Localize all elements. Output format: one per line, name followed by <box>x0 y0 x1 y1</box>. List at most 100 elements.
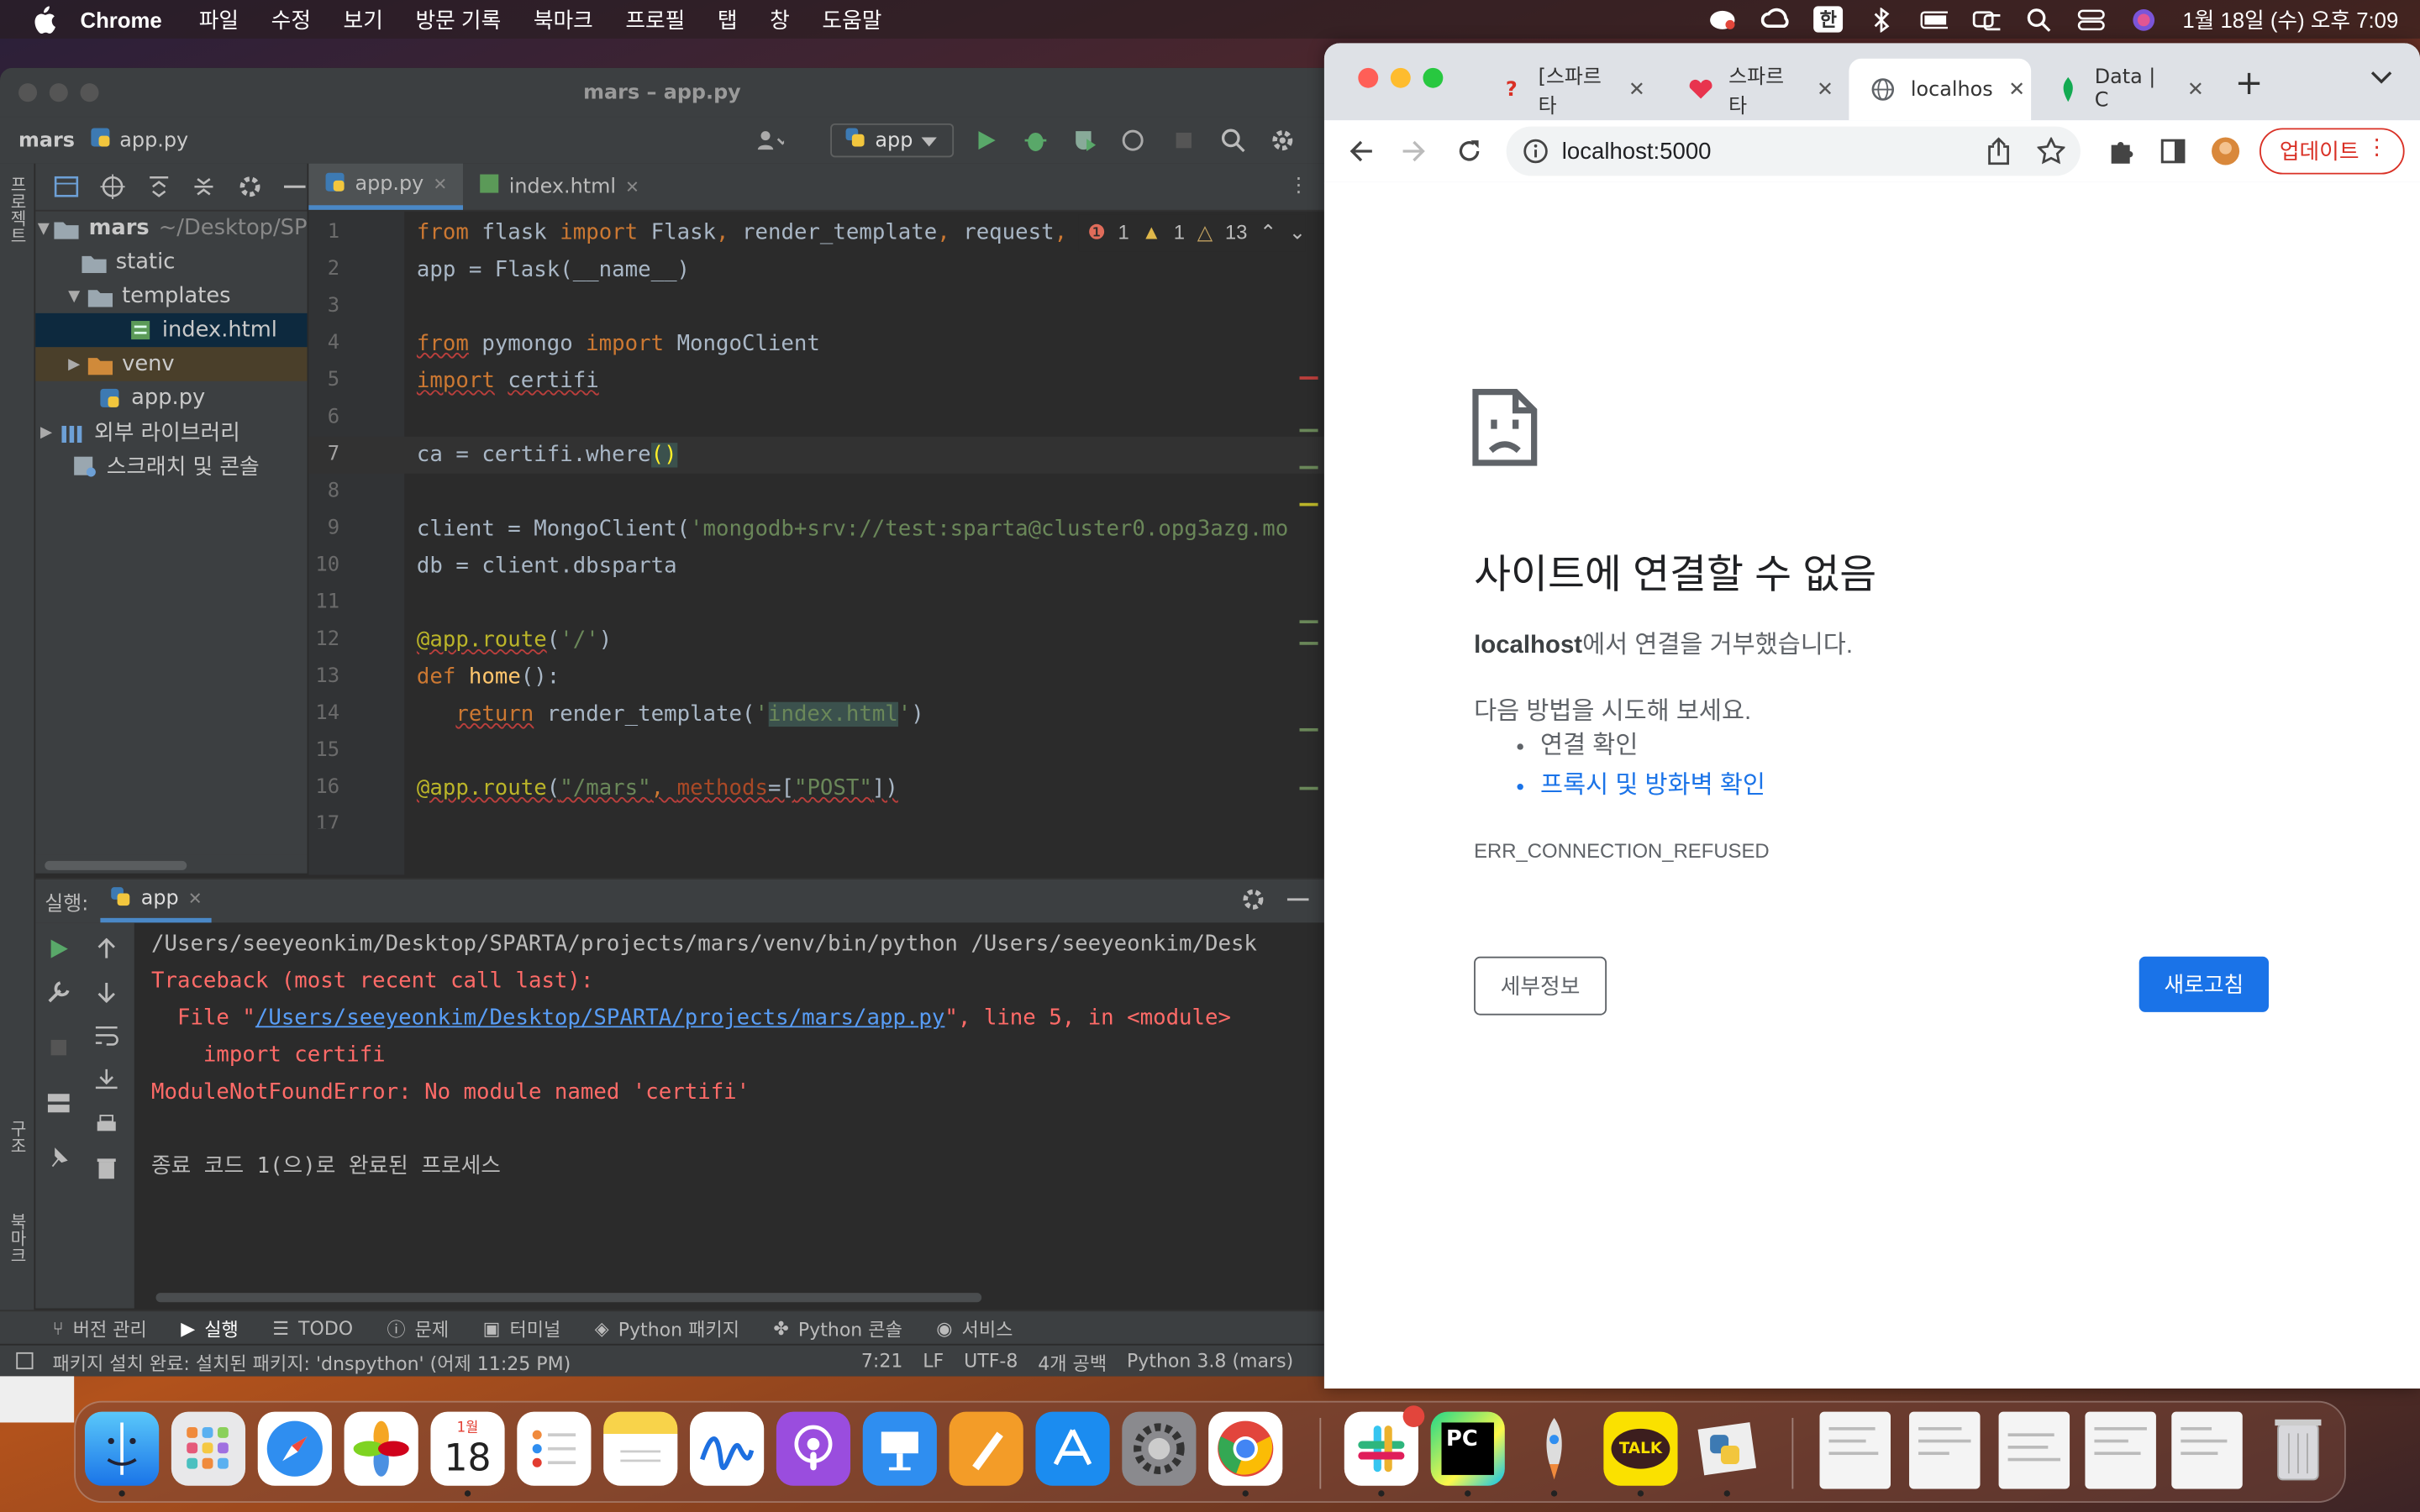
close-tab-icon[interactable]: ✕ <box>625 176 639 197</box>
dock-pages[interactable] <box>949 1411 1023 1486</box>
indent-setting[interactable]: 4개 공백 <box>1038 1349 1107 1375</box>
suggestion-proxy-firewall-link[interactable]: 프록시 및 방화벽 확인 <box>1540 767 1765 807</box>
console-output[interactable]: /Users/seeyeonkim/Desktop/SPARTA/project… <box>151 926 1301 1280</box>
stripe-mark[interactable] <box>1299 502 1318 507</box>
tree-item-scratches[interactable]: 스크래치 및 콘솔 <box>35 449 307 482</box>
structure-tool-tab[interactable]: 구조 <box>5 1120 29 1153</box>
close-tab-icon[interactable]: ✕ <box>188 889 203 909</box>
rerun-icon[interactable] <box>45 935 72 963</box>
dock-minimized-window[interactable] <box>1998 1411 2070 1489</box>
siri-icon[interactable] <box>2130 7 2158 31</box>
dock-keynote[interactable] <box>862 1411 937 1486</box>
close-tab-icon[interactable]: ✕ <box>1817 78 1833 102</box>
ide-close-button[interactable] <box>18 83 38 102</box>
stop-icon[interactable] <box>1170 127 1197 155</box>
chat-bubble-icon[interactable] <box>1708 7 1736 31</box>
tab-app-py[interactable]: app.py ✕ <box>308 163 463 210</box>
dock-photos[interactable] <box>344 1411 418 1486</box>
line-separator[interactable]: LF <box>923 1349 944 1375</box>
tree-item-static[interactable]: static <box>35 245 307 279</box>
menu-app-name[interactable]: Chrome <box>81 7 162 31</box>
creative-cloud-icon[interactable] <box>1760 7 1789 31</box>
pin-icon[interactable] <box>45 1145 72 1173</box>
search-everywhere-icon[interactable] <box>1219 127 1247 155</box>
background-window-sliver[interactable] <box>0 1376 75 1423</box>
trash-icon[interactable] <box>92 1154 120 1182</box>
tab-search-chevron-icon[interactable] <box>2370 68 2392 92</box>
debug-icon[interactable] <box>1022 127 1050 155</box>
apple-icon[interactable] <box>28 4 59 35</box>
chrome-minimize-button[interactable] <box>1390 67 1411 88</box>
file-encoding[interactable]: UTF-8 <box>964 1349 1018 1375</box>
menu-history[interactable]: 방문 기록 <box>415 4 501 35</box>
dock-minimized-window[interactable] <box>2171 1411 2243 1489</box>
ide-minimize-button[interactable] <box>49 83 68 102</box>
scroll-to-end-icon[interactable] <box>92 1064 120 1092</box>
address-bar[interactable]: localhost:5000 <box>1506 126 2081 176</box>
tree-item-app-py[interactable]: app.py <box>35 381 307 415</box>
screen-mirroring-icon[interactable] <box>1973 7 2001 31</box>
menubar-clock[interactable]: 1월 18일 (수) 오후 7:09 <box>2182 4 2398 35</box>
settings-gear-icon[interactable] <box>1241 887 1265 918</box>
user-icon[interactable] <box>756 127 785 155</box>
project-tool-tab[interactable]: 프로젝트 <box>5 176 29 244</box>
profile-avatar[interactable] <box>2210 136 2241 167</box>
reload-button[interactable]: 새로고침 <box>2139 956 2269 1012</box>
console-horizontal-scrollbar[interactable] <box>155 1293 982 1303</box>
locate-target-icon[interactable] <box>100 174 125 199</box>
chrome-zoom-button[interactable] <box>1423 67 1444 88</box>
menu-profile[interactable]: 프로필 <box>625 4 685 35</box>
ide-zoom-button[interactable] <box>80 83 99 102</box>
dock-python-launcher[interactable] <box>1690 1412 1764 1497</box>
settings-gear-icon[interactable] <box>1269 127 1297 155</box>
stripe-mark[interactable] <box>1299 428 1318 433</box>
print-icon[interactable] <box>92 1110 120 1138</box>
url-text[interactable]: localhost:5000 <box>1562 138 1712 164</box>
close-tab-icon[interactable]: ✕ <box>2008 78 2025 102</box>
reload-icon[interactable] <box>1454 136 1485 167</box>
expand-all-icon[interactable] <box>146 175 170 199</box>
code-editor[interactable]: app.py ✕ index.html ✕ ⋮ 1 from flask impo… <box>308 163 1324 900</box>
breadcrumb-project[interactable]: mars <box>18 129 75 152</box>
dock-minimized-window[interactable] <box>1819 1411 1891 1489</box>
close-tab-icon[interactable]: ✕ <box>433 175 447 195</box>
dock-slack[interactable] <box>1344 1405 1425 1497</box>
panel-layout-icon[interactable] <box>54 175 79 199</box>
close-tab-icon[interactable]: ✕ <box>2187 78 2204 102</box>
stripe-mark[interactable] <box>1299 786 1318 790</box>
error-stripe-mark[interactable] <box>1299 376 1318 380</box>
spotlight-search-icon[interactable] <box>2025 7 2053 31</box>
profile-run-icon[interactable] <box>1120 127 1148 155</box>
run-config-selector[interactable]: app <box>830 123 955 158</box>
tool-tab-python-console[interactable]: ✤ Python 콘솔 <box>773 1315 902 1341</box>
dock-minimized-window[interactable] <box>2085 1411 2156 1489</box>
new-tab-plus-icon[interactable]: + <box>2235 65 2264 103</box>
stripe-mark[interactable] <box>1299 465 1318 470</box>
status-message[interactable]: 패키지 설치 완료: 설치된 패키지: 'dnspython' (어제 11:2… <box>52 1349 571 1375</box>
extensions-puzzle-icon[interactable] <box>2105 136 2136 167</box>
control-center-icon[interactable] <box>2077 7 2105 31</box>
project-horizontal-scrollbar[interactable] <box>35 854 308 874</box>
hide-panel-icon[interactable] <box>283 175 307 199</box>
tree-root-mars[interactable]: ▼ mars ~/Desktop/SP <box>35 212 308 245</box>
tree-item-index-html[interactable]: index.html <box>35 312 308 348</box>
forward-arrow-icon[interactable] <box>1398 136 1429 167</box>
dock-app-store[interactable] <box>1035 1411 1110 1486</box>
dock-pycharm[interactable]: PC <box>1430 1411 1505 1497</box>
menu-window[interactable]: 창 <box>770 4 790 35</box>
arrow-up-icon[interactable] <box>92 935 120 963</box>
chrome-close-button[interactable] <box>1358 67 1379 88</box>
menu-help[interactable]: 도움말 <box>822 4 881 35</box>
dock-system-preferences[interactable] <box>1122 1411 1197 1486</box>
dock-calendar[interactable]: 1월 18 <box>430 1411 505 1497</box>
close-tab-icon[interactable]: ✕ <box>1628 78 1645 102</box>
menu-view[interactable]: 보기 <box>344 4 383 35</box>
battery-icon[interactable] <box>1920 7 1949 31</box>
stop-icon[interactable] <box>45 1034 72 1062</box>
dock-reminders[interactable] <box>517 1411 592 1486</box>
dock-minimized-window[interactable] <box>1909 1411 1981 1489</box>
stripe-mark[interactable] <box>1299 727 1318 732</box>
tool-tab-problems[interactable]: ⓘ 문제 <box>387 1315 450 1341</box>
share-icon[interactable] <box>1985 137 2012 165</box>
tree-item-venv[interactable]: ▶ venv <box>35 347 308 381</box>
